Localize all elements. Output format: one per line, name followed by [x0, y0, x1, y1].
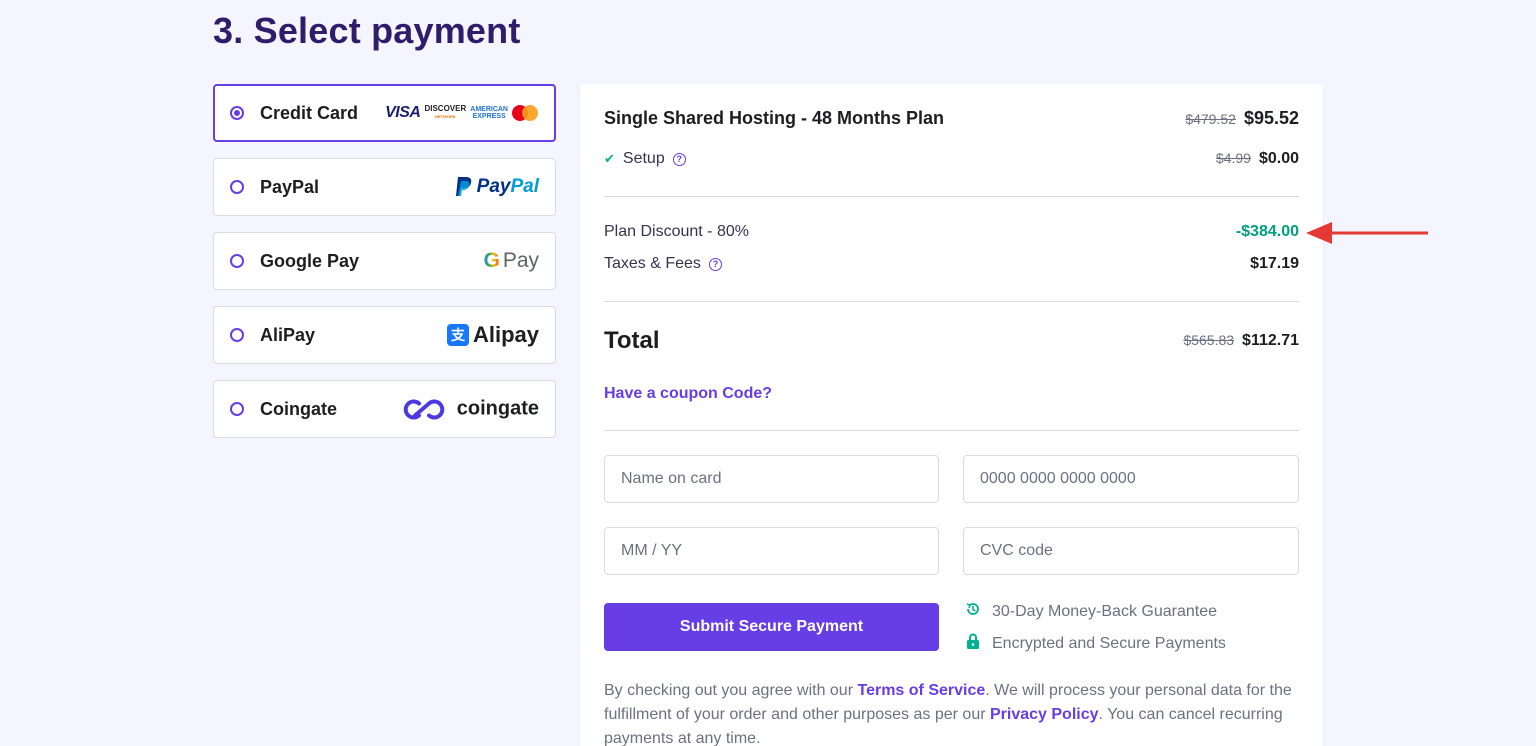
coingate-icon — [403, 399, 445, 419]
payment-method-label: AliPay — [260, 324, 316, 345]
payment-method-label: Google Pay — [260, 250, 360, 271]
plan-price: $95.52 — [1243, 108, 1299, 128]
coingate-logo: coingate — [403, 398, 539, 421]
setup-row: ✔ Setup ? $4.99 $0.00 — [604, 150, 1299, 168]
help-icon[interactable]: ? — [708, 257, 722, 271]
taxes-value: $17.19 — [1250, 255, 1299, 272]
radio-icon[interactable] — [230, 328, 244, 342]
discount-label: Plan Discount - 80% — [604, 223, 749, 240]
legal-text: By checking out you agree with our Terms… — [604, 682, 1292, 746]
terms-of-service-link[interactable]: Terms of Service — [857, 682, 985, 699]
payment-method-label: Credit Card — [260, 102, 359, 123]
expiry-input[interactable] — [604, 527, 939, 575]
card-number-input[interactable] — [963, 455, 1299, 503]
page-title: 3. Select payment — [213, 10, 521, 51]
radio-icon[interactable] — [230, 402, 244, 416]
total-old-price: $565.83 — [1183, 332, 1235, 348]
payment-method-google-pay[interactable]: Google Pay G Pay — [213, 232, 556, 290]
visa-logo: VISA — [385, 104, 421, 121]
discount-value: -$384.00 — [1235, 223, 1299, 240]
alipay-logo: 支 Alipay — [446, 322, 539, 348]
divider — [604, 196, 1299, 197]
plan-old-price: $479.52 — [1185, 111, 1236, 127]
setup-price: $0.00 — [1258, 150, 1299, 167]
submit-payment-button[interactable]: Submit Secure Payment — [604, 603, 939, 651]
total-row: Total $565.83 $112.71 — [604, 327, 1299, 355]
payment-method-coingate[interactable]: Coingate coingate — [213, 380, 556, 438]
money-back-guarantee: 30-Day Money-Back Guarantee — [964, 601, 1217, 622]
paypal-icon — [455, 177, 471, 196]
paypal-logo: PayPal — [455, 176, 539, 198]
alipay-icon: 支 — [446, 324, 469, 346]
payment-method-alipay[interactable]: AliPay 支 Alipay — [213, 306, 556, 364]
taxes-label: Taxes & Fees — [604, 255, 701, 272]
card-brands-logos: VISA DISCOVER NETWORK AMERICAN EXPRESS — [385, 104, 538, 122]
coupon-link[interactable]: Have a coupon Code? — [604, 385, 772, 403]
taxes-row: Taxes & Fees ? $17.19 — [604, 255, 1299, 273]
payment-method-credit-card[interactable]: Credit Card VISA DISCOVER NETWORK AMERICA… — [213, 84, 556, 142]
radio-selected-icon[interactable] — [230, 106, 244, 120]
discover-logo: DISCOVER NETWORK — [424, 104, 467, 120]
amex-logo: AMERICAN EXPRESS — [470, 106, 508, 120]
divider — [604, 301, 1299, 302]
plan-name: Single Shared Hosting - 48 Months Plan — [604, 108, 945, 128]
google-pay-logo: G Pay — [483, 249, 539, 272]
radio-icon[interactable] — [230, 254, 244, 268]
divider — [604, 430, 1299, 431]
privacy-policy-link[interactable]: Privacy Policy — [990, 706, 1099, 723]
setup-label: Setup — [622, 150, 665, 167]
check-icon: ✔ — [604, 151, 615, 166]
annotation-arrow-icon — [1306, 222, 1428, 244]
mastercard-logo — [512, 105, 538, 121]
plan-row: Single Shared Hosting - 48 Months Plan $… — [604, 108, 1299, 129]
discount-row: Plan Discount - 80% -$384.00 — [604, 223, 1299, 241]
help-icon[interactable]: ? — [672, 152, 686, 166]
payment-method-label: Coingate — [260, 398, 338, 419]
order-summary-card: Single Shared Hosting - 48 Months Plan $… — [580, 84, 1323, 746]
payment-methods-list: Credit Card VISA DISCOVER NETWORK AMERICA… — [213, 84, 556, 454]
payment-method-label: PayPal — [260, 176, 320, 197]
total-price: $112.71 — [1242, 332, 1299, 349]
cvc-input[interactable] — [963, 527, 1299, 575]
setup-old-price: $4.99 — [1215, 150, 1251, 166]
name-on-card-input[interactable] — [604, 455, 939, 503]
lock-icon — [964, 633, 982, 654]
history-icon — [964, 601, 982, 622]
total-label: Total — [604, 327, 660, 354]
secure-payments-note: Encrypted and Secure Payments — [964, 633, 1226, 654]
payment-method-paypal[interactable]: PayPal PayPal — [213, 158, 556, 216]
radio-icon[interactable] — [230, 180, 244, 194]
